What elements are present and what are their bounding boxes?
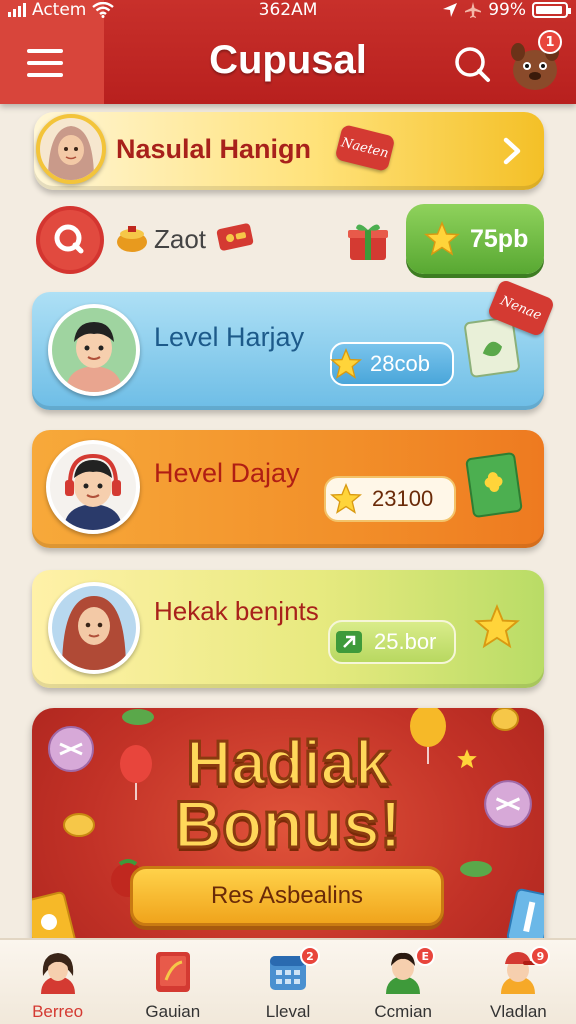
boy-avatar-icon — [66, 322, 122, 392]
level-name-2: Hevel Dajay — [154, 458, 300, 488]
coins-value: 75pb — [470, 224, 529, 253]
nav-item-gauian[interactable]: Gauian — [115, 940, 230, 1024]
level-name-1: Level Harjay — [154, 322, 305, 352]
notification-badge: 1 — [538, 30, 562, 54]
battery-icon — [532, 2, 571, 18]
airplane-icon — [465, 2, 482, 18]
nav-item-vladlan[interactable]: 9 Vladlan — [461, 940, 576, 1024]
gold-star-icon — [474, 604, 520, 649]
level-score-pill-3: 25.bor — [328, 620, 456, 664]
level-score-1: 28cob — [370, 351, 430, 376]
gift-box-icon[interactable] — [346, 218, 390, 262]
chevron-right-icon[interactable] — [500, 136, 524, 166]
coins-pill[interactable]: 75pb — [406, 204, 544, 274]
status-bar: Actem 362AM 99% — [0, 0, 576, 22]
level-score-3: 25.bor — [374, 629, 437, 654]
nav-item-lleval[interactable]: 2 Lleval — [230, 940, 345, 1024]
nav-label: Lleval — [265, 1002, 311, 1021]
level-card-1[interactable]: Level Harjay 28cob — [32, 292, 544, 410]
ticket-green-icon — [336, 631, 362, 653]
book-icon — [155, 952, 190, 992]
battery-percent: 99% — [488, 0, 526, 20]
star-icon — [330, 483, 362, 514]
nav-item-berreo[interactable]: Berreo — [0, 940, 115, 1024]
profile-avatar — [36, 114, 106, 184]
search-round-button[interactable] — [34, 204, 106, 276]
nav-label: Ccmian — [374, 1002, 433, 1021]
bonus-title-line2: Bonus! — [173, 786, 403, 863]
nav-item-ccmian[interactable]: E Ccmian — [346, 940, 461, 1024]
level-avatar-1 — [48, 304, 140, 396]
search-icon[interactable] — [452, 44, 492, 84]
girl-avatar-icon — [40, 953, 75, 994]
level-score-2: 23100 — [372, 486, 434, 511]
hijab-girl-icon — [48, 126, 94, 180]
reward-label: Zaot — [154, 224, 207, 254]
level-score-pill-1: 28cob — [330, 342, 454, 386]
level-avatar-2 — [46, 440, 140, 534]
profile-card[interactable]: Nasulal Hanign Naeten — [34, 112, 544, 190]
hijab-woman-icon — [62, 596, 126, 670]
ticket-icon — [216, 223, 254, 251]
level-name-3: Hekak benjnts — [154, 596, 319, 626]
bottom-nav: Berreo Gauian 2 Lleval E Ccmian 9 Vladla… — [0, 938, 576, 1024]
level-card-2[interactable]: Hevel Dajay 23100 — [32, 430, 544, 548]
bonus-claim-button[interactable]: Res Asbealins — [130, 866, 444, 926]
status-right: 99% — [442, 0, 571, 20]
level-score-pill-2: 23100 — [324, 476, 456, 522]
nav-badge: 9 — [530, 946, 551, 966]
nav-label: Vladlan — [490, 1002, 547, 1021]
profile-name: Nasulal Hanign — [116, 134, 312, 164]
leaf-icon — [122, 709, 154, 725]
nav-label: Gauian — [145, 1002, 201, 1021]
treasure-pot-icon — [117, 226, 147, 252]
nav-badge: 2 — [300, 946, 320, 966]
app-title: Cupusal — [209, 38, 367, 82]
level-card-3[interactable]: Hekak benjnts 25.bor — [32, 570, 544, 688]
level-avatar-3 — [48, 582, 140, 674]
nav-label: Berreo — [32, 1002, 84, 1021]
clover-card-icon — [465, 452, 523, 518]
location-icon — [443, 3, 458, 17]
nav-badge: E — [415, 946, 436, 966]
app-header: Actem 362AM 99% Cupusal 1 — [0, 0, 576, 104]
profile-tag: Naeten — [334, 124, 396, 172]
headphone-boy-icon — [64, 453, 122, 530]
star-icon — [330, 348, 362, 379]
menu-icon[interactable] — [27, 49, 63, 77]
star-icon — [424, 221, 460, 256]
